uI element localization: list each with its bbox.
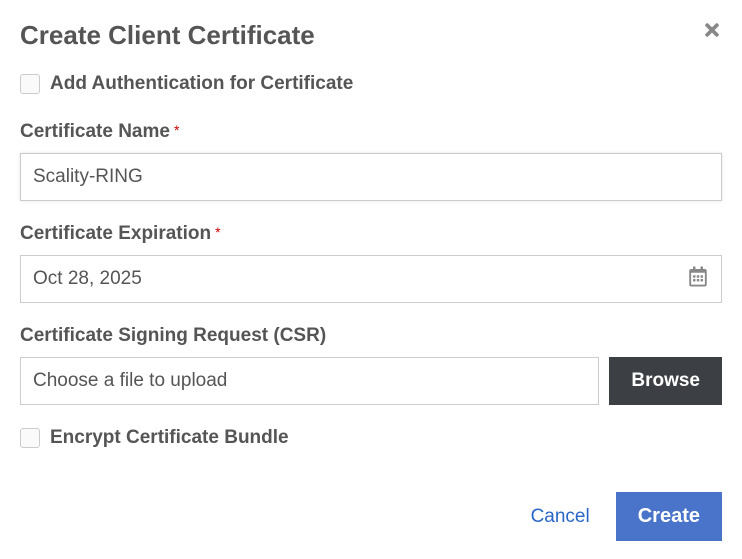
encrypt-bundle-checkbox[interactable]	[20, 428, 40, 448]
dialog-header: Create Client Certificate	[20, 20, 722, 51]
certificate-name-label: Certificate Name *	[20, 121, 722, 143]
create-client-certificate-dialog: Create Client Certificate Add Authentica…	[0, 0, 742, 495]
certificate-expiration-field: Certificate Expiration *	[20, 223, 722, 303]
create-button[interactable]: Create	[616, 492, 722, 541]
encrypt-bundle-row: Encrypt Certificate Bundle	[20, 427, 722, 449]
certificate-expiration-label: Certificate Expiration *	[20, 223, 722, 245]
csr-label: Certificate Signing Request (CSR)	[20, 325, 722, 347]
certificate-expiration-input[interactable]	[20, 255, 722, 303]
csr-file-input[interactable]: Choose a file to upload	[20, 357, 599, 405]
close-icon[interactable]	[702, 20, 722, 40]
certificate-name-input[interactable]	[20, 153, 722, 201]
dialog-title: Create Client Certificate	[20, 20, 315, 51]
dialog-footer: Cancel Create	[531, 492, 722, 541]
add-authentication-row: Add Authentication for Certificate	[20, 73, 722, 95]
certificate-name-field: Certificate Name *	[20, 121, 722, 201]
browse-button[interactable]: Browse	[609, 357, 722, 405]
required-indicator: *	[215, 224, 220, 240]
cancel-button[interactable]: Cancel	[531, 506, 590, 528]
csr-field: Certificate Signing Request (CSR) Choose…	[20, 325, 722, 405]
encrypt-bundle-label: Encrypt Certificate Bundle	[50, 427, 289, 449]
add-authentication-label: Add Authentication for Certificate	[50, 73, 353, 95]
add-authentication-checkbox[interactable]	[20, 74, 40, 94]
required-indicator: *	[174, 122, 179, 138]
